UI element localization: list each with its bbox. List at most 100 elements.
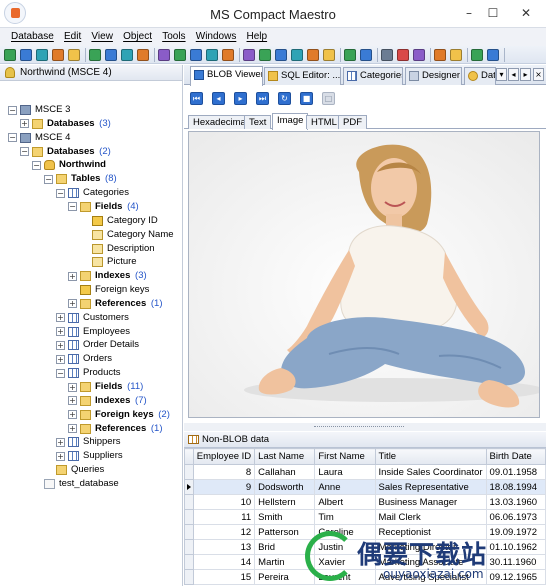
table-cell[interactable]: Inside Sales Coordinator <box>374 464 487 480</box>
table-cell[interactable]: 18.08.1994 <box>485 479 546 495</box>
tree-node[interactable]: MSCE 4 <box>20 131 72 145</box>
table-row[interactable]: 8 Callahan Laura Inside Sales Coordinator 09… <box>184 464 546 480</box>
column-header[interactable]: Title <box>374 448 487 465</box>
tree-node[interactable]: Categories <box>68 186 131 200</box>
row-indicator[interactable] <box>184 524 194 540</box>
tree-expander[interactable]: − <box>44 174 53 184</box>
tree-node[interactable]: Category ID <box>92 214 160 228</box>
tab-image[interactable]: Image <box>272 113 309 130</box>
menu-view[interactable]: View <box>87 28 116 46</box>
row-indicator[interactable] <box>184 509 194 525</box>
tree-expander[interactable]: + <box>56 327 65 337</box>
tab-designer[interactable]: Designer <box>405 67 462 85</box>
tree-expander[interactable]: − <box>56 368 65 378</box>
tree-node[interactable]: Indexes (3) <box>80 269 147 283</box>
column-header[interactable]: Birth Date <box>485 448 546 465</box>
table-cell[interactable]: Anne <box>314 479 376 495</box>
tree-node[interactable]: Employees <box>68 325 132 339</box>
tree-node[interactable]: Order Details <box>68 338 141 352</box>
tab-scroll-left-button[interactable]: ◂ <box>508 68 519 81</box>
clear-button[interactable]: □ <box>322 92 335 105</box>
save-button[interactable]: ■ <box>300 92 313 105</box>
row-indicator[interactable] <box>184 539 194 555</box>
table-cell[interactable]: Mail Clerk <box>374 509 487 525</box>
tree-expander[interactable]: − <box>68 202 77 212</box>
tree-node[interactable]: Databases (3) <box>32 117 111 131</box>
tree-node[interactable]: Indexes (7) <box>80 394 147 408</box>
table-cell[interactable]: Sales Representative <box>374 479 487 495</box>
table-cell[interactable]: 10 <box>192 494 256 510</box>
menu-object[interactable]: Object <box>119 28 155 46</box>
tree-expander[interactable]: + <box>68 382 77 392</box>
cut-icon[interactable] <box>68 49 80 61</box>
close-button[interactable]: ✕ <box>515 4 537 22</box>
find-icon[interactable] <box>243 49 255 61</box>
tree-node[interactable]: Tables (8) <box>56 172 117 186</box>
menu-windows[interactable]: Windows <box>192 28 240 46</box>
tree-node[interactable]: Orders <box>68 352 114 366</box>
tree-expander[interactable]: − <box>56 188 65 198</box>
save-icon[interactable] <box>36 49 48 61</box>
menu-edit[interactable]: Edit <box>60 28 84 46</box>
refresh-icon[interactable] <box>291 49 303 61</box>
tree-node[interactable]: Products <box>68 366 123 380</box>
row-indicator[interactable] <box>184 554 194 570</box>
table-cell[interactable]: 09.01.1958 <box>485 464 546 480</box>
tree-node[interactable]: MSCE 3 <box>20 103 72 117</box>
table-cell[interactable]: 13.03.1960 <box>485 494 546 510</box>
tree-node[interactable]: Databases (2) <box>32 145 111 159</box>
chart-icon[interactable] <box>174 49 186 61</box>
tab-close-button[interactable]: × <box>533 68 544 81</box>
tree-expander[interactable]: − <box>8 133 17 143</box>
tree-expander[interactable]: + <box>56 437 65 447</box>
tree-expander[interactable]: − <box>8 105 17 115</box>
tab-categories[interactable]: Categories <box>343 67 403 85</box>
export-icon[interactable] <box>137 49 149 61</box>
table-cell[interactable]: 8 <box>192 464 256 480</box>
tree-node[interactable]: References (1) <box>80 422 162 436</box>
lock-icon[interactable] <box>471 49 483 61</box>
table-row[interactable]: 9 Dodsworth Anne Sales Representative 18.08.… <box>184 479 546 495</box>
menu-tools[interactable]: Tools <box>158 28 188 46</box>
next-record-button[interactable]: ▸ <box>234 92 247 105</box>
tree-expander[interactable]: + <box>56 451 65 461</box>
tree-expander[interactable]: + <box>68 424 77 434</box>
tree-expander[interactable]: − <box>20 147 29 157</box>
run-icon[interactable] <box>121 49 133 61</box>
tree-node[interactable]: Description <box>92 242 157 256</box>
column-header[interactable]: Employee ID <box>192 448 256 465</box>
cascade-icon[interactable] <box>413 49 425 61</box>
info-icon[interactable] <box>487 49 499 61</box>
table-cell[interactable]: Laura <box>314 464 376 480</box>
tile-icon[interactable] <box>434 49 446 61</box>
tree-node[interactable]: test_database <box>44 477 121 491</box>
menu-database[interactable]: Database <box>7 28 57 46</box>
tab-pdf[interactable]: PDF <box>338 115 367 129</box>
panel-splitter[interactable] <box>184 423 546 431</box>
table-cell[interactable]: Business Manager <box>374 494 487 510</box>
tree-node[interactable]: References (1) <box>80 297 162 311</box>
splitter-grip[interactable] <box>314 426 404 428</box>
tree-expander[interactable]: + <box>68 271 77 281</box>
table-cell[interactable]: Dodsworth <box>254 479 316 495</box>
tree-node[interactable]: Category Name <box>92 228 176 242</box>
tree-node[interactable]: Fields (11) <box>80 380 143 394</box>
tab-html[interactable]: HTML <box>306 115 342 129</box>
filter-icon[interactable] <box>275 49 287 61</box>
tree-expander[interactable]: + <box>68 396 77 406</box>
tree-node[interactable]: Queries <box>56 463 106 477</box>
table-cell[interactable]: 12 <box>192 524 256 540</box>
menu-help[interactable]: Help <box>243 28 271 46</box>
open-icon[interactable] <box>20 49 32 61</box>
tab-dropdown-button[interactable]: ▾ <box>496 68 507 81</box>
tree-node[interactable]: Foreign keys <box>80 283 151 297</box>
table-cell[interactable]: Callahan <box>254 464 316 480</box>
delete-icon[interactable] <box>206 49 218 61</box>
column-header[interactable]: First Name <box>314 448 376 465</box>
tree-expander[interactable]: + <box>68 410 77 420</box>
table-cell[interactable]: 11 <box>192 509 256 525</box>
tools-icon[interactable] <box>381 49 393 61</box>
help-icon[interactable] <box>450 49 462 61</box>
last-record-button[interactable]: ⏭ <box>256 92 269 105</box>
new-connection-icon[interactable] <box>4 49 16 61</box>
